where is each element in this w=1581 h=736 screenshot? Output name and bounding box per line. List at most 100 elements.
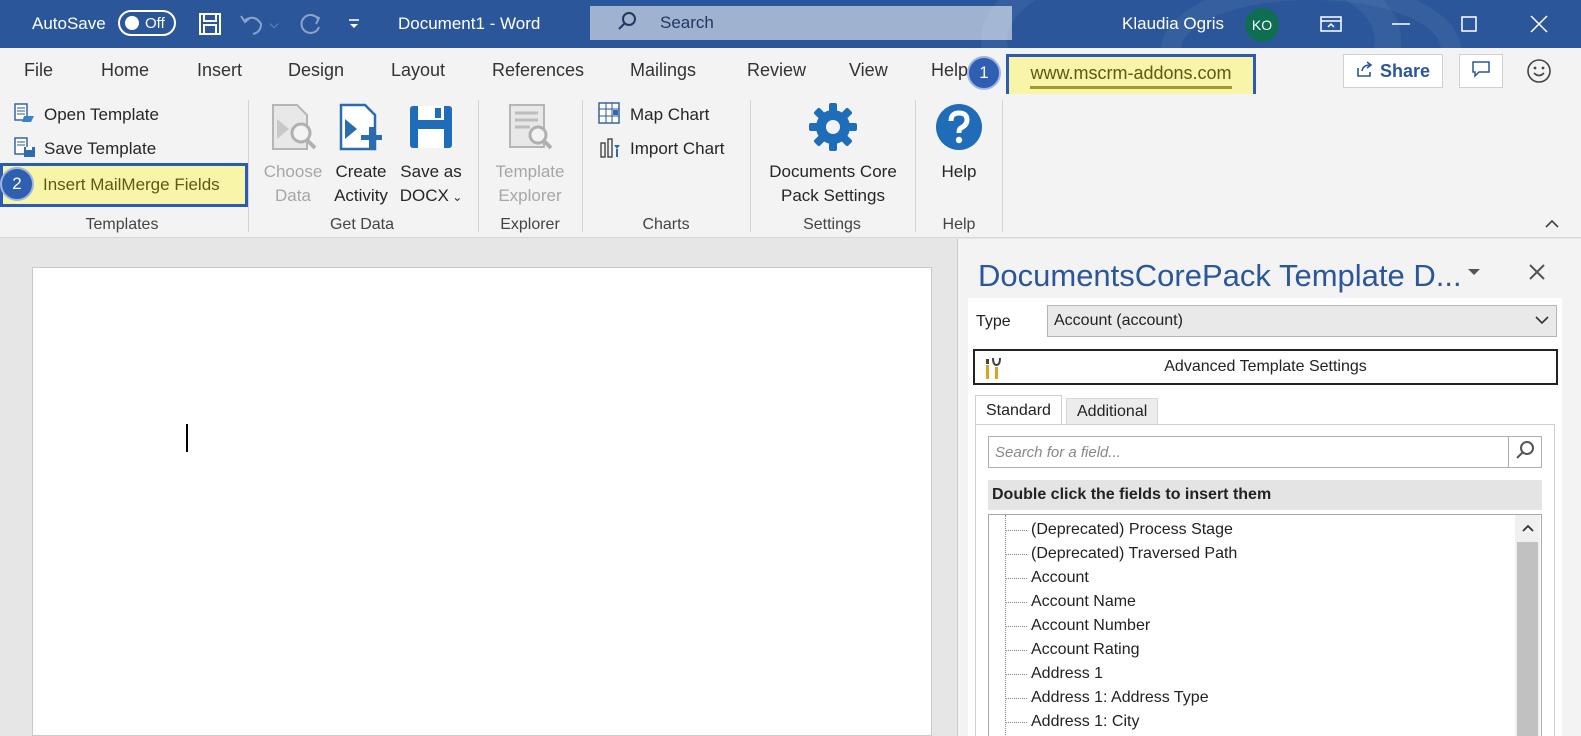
tab-mailings[interactable]: Mailings bbox=[630, 60, 696, 81]
open-template-button[interactable]: Open Template bbox=[14, 100, 159, 130]
tab-review[interactable]: Review bbox=[747, 60, 806, 81]
group-label-help: Help bbox=[942, 216, 976, 233]
import-chart-icon bbox=[598, 135, 622, 164]
scrollbar-thumb[interactable] bbox=[1517, 542, 1538, 736]
minimize-icon[interactable] bbox=[1378, 0, 1424, 48]
share-label: Share bbox=[1379, 60, 1431, 81]
choose-data-button[interactable]: Choose Data bbox=[262, 100, 324, 208]
template-explorer-button[interactable]: Template Explorer bbox=[490, 100, 570, 208]
tab-home[interactable]: Home bbox=[101, 60, 149, 81]
dcp-settings-label-1: Documents Core bbox=[769, 162, 897, 181]
tab-layout[interactable]: Layout bbox=[391, 60, 445, 81]
autosave-label: AutoSave bbox=[32, 14, 106, 33]
close-icon[interactable] bbox=[1516, 0, 1562, 48]
create-activity-button[interactable]: Create Activity bbox=[330, 100, 392, 208]
redo-icon[interactable] bbox=[297, 10, 325, 38]
advanced-settings-label: Advanced Template Settings bbox=[1164, 358, 1367, 375]
tree-item[interactable]: Address 1: Address Type bbox=[989, 686, 1209, 710]
group-label-templates: Templates bbox=[85, 216, 159, 233]
tools-icon bbox=[983, 355, 1003, 386]
scroll-up-icon[interactable] bbox=[1515, 517, 1540, 539]
comments-button[interactable] bbox=[1459, 54, 1503, 88]
group-separator bbox=[915, 100, 916, 232]
save-template-icon bbox=[14, 136, 36, 163]
field-label: Address 1 bbox=[1031, 665, 1104, 682]
url-callout[interactable]: www.mscrm-addons.com bbox=[1006, 54, 1256, 98]
documents-core-pack-settings-button[interactable]: Documents Core Pack Settings bbox=[758, 100, 908, 208]
dcp-settings-label-2: Pack Settings bbox=[781, 186, 885, 205]
help-button[interactable]: Help bbox=[928, 100, 990, 184]
map-chart-label: Map Chart bbox=[630, 105, 710, 124]
tree-item[interactable]: Account bbox=[989, 566, 1089, 590]
field-label: Account Rating bbox=[1031, 641, 1140, 658]
pane-options-icon[interactable] bbox=[1467, 264, 1481, 282]
autosave-toggle[interactable]: Off bbox=[118, 10, 176, 36]
choose-data-label-2: Data bbox=[275, 186, 311, 205]
maximize-icon[interactable] bbox=[1446, 0, 1492, 48]
save-template-button[interactable]: Save Template bbox=[14, 134, 156, 164]
choose-data-label-1: Choose bbox=[263, 162, 323, 181]
type-select-value: Account (account) bbox=[1054, 312, 1183, 329]
avatar[interactable]: KO bbox=[1245, 8, 1279, 42]
pane-title: DocumentsCorePack Template D... bbox=[978, 258, 1462, 293]
collapse-ribbon-icon[interactable] bbox=[1544, 216, 1560, 234]
tab-design[interactable]: Design bbox=[288, 60, 344, 81]
pane-close-icon[interactable] bbox=[1528, 260, 1546, 288]
tab-view[interactable]: View bbox=[849, 60, 888, 81]
save-as-docx-label-2-row: DOCX ⌄ bbox=[398, 184, 464, 209]
share-icon bbox=[1356, 60, 1374, 83]
tree-connector bbox=[1005, 601, 1027, 603]
title-bar: AutoSave Off ⌵ Document1 - Word Search K… bbox=[0, 0, 1581, 48]
template-explorer-label-1: Template bbox=[495, 162, 565, 181]
undo-icon[interactable] bbox=[238, 10, 266, 38]
text-cursor bbox=[186, 424, 188, 452]
search-icon bbox=[1514, 439, 1536, 466]
tree-item[interactable]: Account Name bbox=[989, 590, 1136, 614]
tab-help[interactable]: Help bbox=[931, 60, 968, 81]
field-label: Account bbox=[1031, 569, 1089, 586]
comment-icon bbox=[1471, 60, 1491, 83]
tree-item[interactable]: Account Rating bbox=[989, 638, 1140, 662]
field-search-input[interactable]: Search for a field... bbox=[988, 436, 1510, 468]
share-button[interactable]: Share bbox=[1343, 54, 1443, 88]
field-search-button[interactable] bbox=[1508, 436, 1542, 468]
field-tree: (Deprecated) Process Stage (Deprecated) … bbox=[988, 514, 1542, 736]
group-separator bbox=[478, 100, 479, 232]
tree-item[interactable]: (Deprecated) Process Stage bbox=[989, 518, 1233, 542]
search-icon bbox=[616, 10, 638, 37]
tree-item[interactable]: Address 1: City bbox=[989, 710, 1139, 734]
tab-references[interactable]: References bbox=[492, 60, 584, 81]
insert-mailmerge-fields-button[interactable]: Insert MailMerge Fields bbox=[0, 163, 248, 207]
tab-additional[interactable]: Additional bbox=[1066, 398, 1159, 425]
tree-item[interactable]: (Deprecated) Traversed Path bbox=[989, 542, 1237, 566]
tree-item[interactable]: Address 1 bbox=[989, 662, 1103, 686]
title-search-box[interactable]: Search bbox=[590, 6, 1012, 40]
map-chart-button[interactable]: Map Chart bbox=[598, 100, 709, 130]
document-page[interactable] bbox=[32, 267, 932, 736]
tab-file[interactable]: File bbox=[24, 60, 53, 81]
gear-icon bbox=[758, 100, 908, 154]
import-chart-button[interactable]: Import Chart bbox=[598, 134, 724, 164]
ribbon-display-options-icon[interactable] bbox=[1308, 0, 1354, 48]
advanced-template-settings-button[interactable]: Advanced Template Settings bbox=[973, 349, 1558, 385]
tab-standard[interactable]: Standard bbox=[975, 395, 1062, 425]
user-name[interactable]: Klaudia Ogris bbox=[1122, 0, 1224, 48]
field-label: Account Name bbox=[1031, 593, 1136, 610]
tab-insert[interactable]: Insert bbox=[197, 60, 242, 81]
search-placeholder: Search bbox=[660, 13, 714, 32]
save-icon[interactable] bbox=[196, 10, 224, 38]
create-activity-icon bbox=[330, 100, 392, 154]
insert-mailmerge-label: Insert MailMerge Fields bbox=[43, 175, 220, 194]
customize-qat-icon[interactable] bbox=[340, 10, 368, 38]
group-separator bbox=[582, 100, 583, 232]
tree-item[interactable]: Account Number bbox=[989, 614, 1150, 638]
undo-dropdown-icon[interactable]: ⌵ bbox=[266, 10, 282, 38]
field-label: Address 1: City bbox=[1031, 713, 1140, 730]
document-title: Document1 - Word bbox=[398, 14, 541, 33]
type-select[interactable]: Account (account) bbox=[1047, 305, 1557, 337]
chevron-down-icon: ⌄ bbox=[448, 190, 463, 204]
tree-connector bbox=[1005, 673, 1027, 675]
save-as-docx-button[interactable]: Save as DOCX ⌄ bbox=[398, 100, 464, 209]
group-label-charts: Charts bbox=[642, 216, 690, 233]
feedback-smiley-icon[interactable] bbox=[1524, 56, 1554, 86]
